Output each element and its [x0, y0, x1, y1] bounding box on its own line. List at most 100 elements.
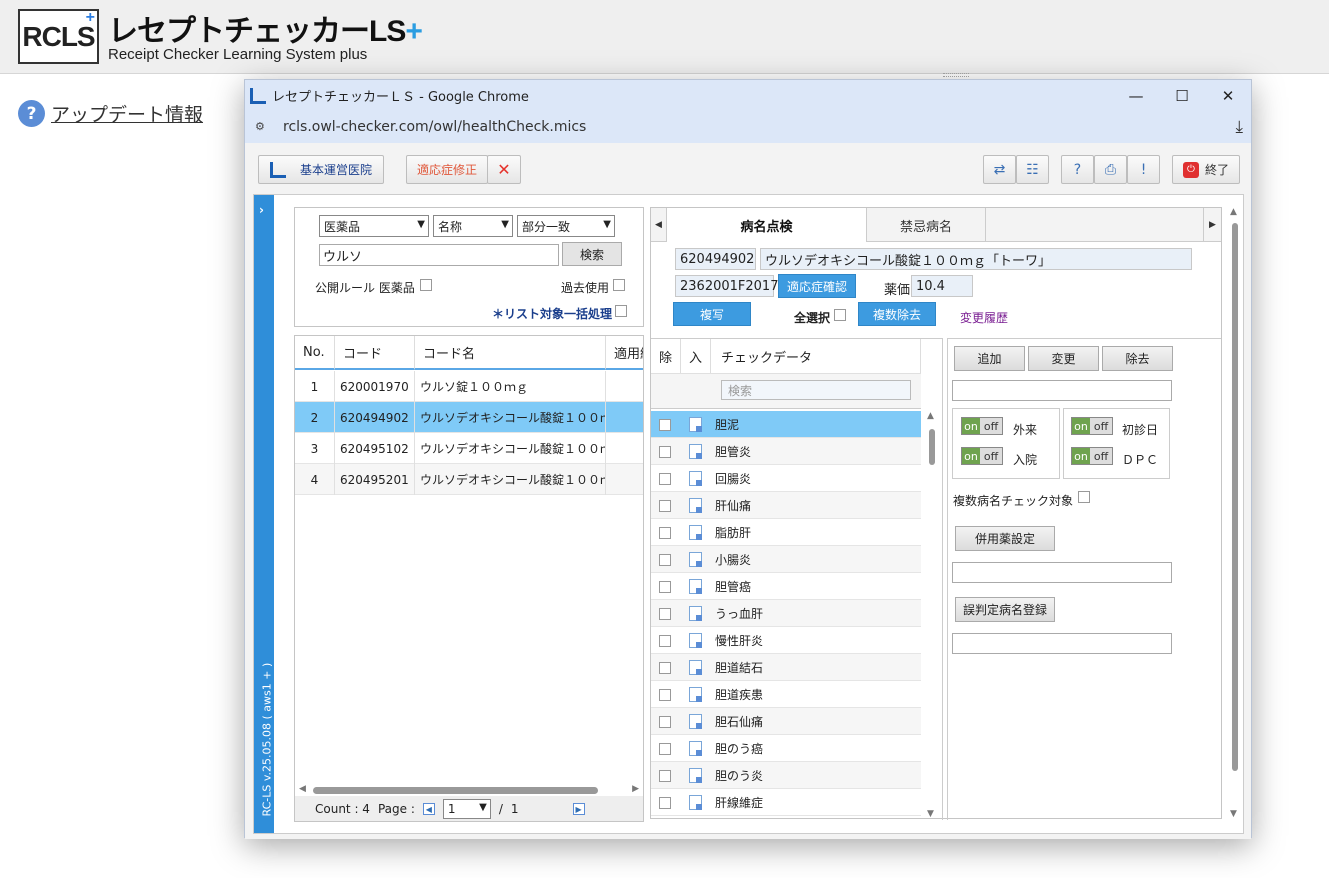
check-search-input[interactable]: 検索 [721, 380, 911, 400]
col-code[interactable]: コード [335, 336, 415, 370]
check-row[interactable]: 胆道疾患 [651, 681, 921, 708]
close-window-button[interactable]: ✕ [1205, 80, 1251, 111]
dpc-toggle[interactable]: on off [1071, 447, 1113, 465]
check-row[interactable]: 回腸炎 [651, 465, 921, 492]
update-info-link[interactable]: アップデート情報 [51, 100, 203, 127]
col-name[interactable]: コード名 [415, 336, 606, 370]
help-question-icon[interactable]: ? [1061, 155, 1094, 184]
table-row[interactable]: 2 620494902 ウルソデオキシコール酸錠１００ｍｇ [295, 402, 643, 433]
field-select[interactable]: 名称 ▼ [433, 215, 513, 237]
site-info-icon[interactable]: ⚙ [255, 120, 271, 134]
hospital-button[interactable]: 基本運営医院 [258, 155, 384, 184]
document-icon[interactable] [689, 552, 702, 567]
multi-check-checkbox[interactable] [1078, 491, 1090, 503]
bulk-checkbox[interactable] [615, 305, 627, 317]
row-remove-checkbox[interactable] [659, 769, 671, 782]
row-remove-checkbox[interactable] [659, 688, 671, 701]
scroll-thumb[interactable] [313, 787, 598, 794]
check-row[interactable]: 胆のう炎 [651, 762, 921, 789]
misjudge-button[interactable]: 誤判定病名登録 [955, 597, 1055, 622]
combo-setting-button[interactable]: 併用薬設定 [955, 526, 1055, 551]
scroll-up-icon[interactable]: ▲ [927, 411, 934, 421]
check-row[interactable]: 胆石仙痛 [651, 708, 921, 735]
row-remove-checkbox[interactable] [659, 661, 671, 674]
option-input-1[interactable] [952, 380, 1172, 401]
chevron-right-icon[interactable]: › [259, 203, 264, 217]
match-select[interactable]: 部分一致 ▼ [517, 215, 615, 237]
check-row[interactable]: 胆道結石 [651, 654, 921, 681]
add-button[interactable]: 追加 [954, 346, 1025, 371]
document-icon[interactable] [689, 660, 702, 675]
search-input[interactable]: ウルソ [319, 244, 559, 266]
check-row[interactable]: 肝線維症 [651, 789, 921, 816]
document-icon[interactable] [689, 498, 702, 513]
document-icon[interactable] [689, 444, 702, 459]
search-button[interactable]: 検索 [562, 242, 622, 266]
prev-page-icon[interactable]: ◀ [422, 803, 435, 815]
cancel-icon[interactable]: ✕ [487, 155, 521, 184]
scroll-thumb[interactable] [929, 429, 935, 465]
row-remove-checkbox[interactable] [659, 499, 671, 512]
col-end[interactable]: 適用終 [606, 336, 643, 370]
scroll-right-icon[interactable]: ▶ [632, 784, 639, 794]
document-icon[interactable] [689, 525, 702, 540]
page-select[interactable]: 1 ▼ [442, 799, 491, 819]
type-select[interactable]: 医薬品 ▼ [319, 215, 429, 237]
tab-disease-check[interactable]: 病名点検 [667, 208, 867, 242]
copy-button[interactable]: 複写 [673, 302, 751, 326]
row-remove-checkbox[interactable] [659, 580, 671, 593]
tab-contraindication[interactable]: 禁忌病名 [867, 208, 986, 242]
check-row[interactable]: 慢性肝炎 [651, 627, 921, 654]
update-info[interactable]: ? アップデート情報 [18, 100, 203, 127]
tab-scroll-right-icon[interactable]: ▶ [1203, 208, 1221, 242]
option-input-3[interactable] [952, 633, 1172, 654]
maximize-button[interactable]: ☐ [1159, 80, 1205, 111]
gairai-toggle[interactable]: on off [961, 417, 1003, 435]
change-button[interactable]: 変更 [1028, 346, 1099, 371]
document-icon[interactable] [689, 714, 702, 729]
document-icon[interactable] [689, 741, 702, 756]
scroll-down-icon[interactable]: ▼ [927, 809, 934, 819]
check-row[interactable]: 肝仙痛 [651, 492, 921, 519]
table-row[interactable]: 1 620001970 ウルソ錠１００ｍｇ [295, 371, 643, 402]
public-rule-checkbox[interactable] [420, 279, 432, 291]
document-icon[interactable] [689, 579, 702, 594]
past-use-checkbox[interactable] [613, 279, 625, 291]
document-icon[interactable] [689, 768, 702, 783]
main-vertical-scrollbar[interactable]: ▲ ▼ [1229, 207, 1241, 819]
url-text[interactable]: rcls.owl-checker.com/owl/healthCheck.mic… [283, 119, 586, 135]
option-input-2[interactable] [952, 562, 1172, 583]
print-icon[interactable]: ⎙ [1094, 155, 1127, 184]
document-icon[interactable] [689, 417, 702, 432]
row-remove-checkbox[interactable] [659, 445, 671, 458]
minimize-button[interactable]: — [1113, 80, 1159, 111]
list-settings-icon[interactable]: ☷ [1016, 155, 1049, 184]
history-link[interactable]: 変更履歴 [960, 309, 1008, 326]
check-row[interactable]: 胆管炎 [651, 438, 921, 465]
document-icon[interactable] [689, 687, 702, 702]
end-button[interactable]: ⏻ 終了 [1172, 155, 1240, 184]
resize-grip[interactable] [943, 73, 969, 77]
row-remove-checkbox[interactable] [659, 526, 671, 539]
row-remove-checkbox[interactable] [659, 607, 671, 620]
document-icon[interactable] [689, 606, 702, 621]
nyuin-toggle[interactable]: on off [961, 447, 1003, 465]
table-row[interactable]: 4 620495201 ウルソデオキシコール酸錠１００ｍｇ [295, 464, 643, 495]
check-vertical-scrollbar[interactable]: ▲ ▼ [926, 411, 938, 819]
scroll-down-icon[interactable]: ▼ [1230, 809, 1237, 819]
table-row[interactable]: 3 620495102 ウルソデオキシコール酸錠１００ｍｇ [295, 433, 643, 464]
remove-button[interactable]: 除去 [1102, 346, 1173, 371]
check-row[interactable]: うっ血肝 [651, 600, 921, 627]
document-icon[interactable] [689, 795, 702, 810]
row-remove-checkbox[interactable] [659, 742, 671, 755]
document-icon[interactable] [689, 471, 702, 486]
tekio-confirm-button[interactable]: 適応症確認 [778, 274, 856, 298]
scroll-thumb[interactable] [1232, 223, 1238, 771]
row-remove-checkbox[interactable] [659, 634, 671, 647]
select-all-checkbox[interactable] [834, 309, 846, 321]
window-titlebar[interactable]: レセプトチェッカーＬＳ - Google Chrome — ☐ ✕ [245, 80, 1251, 111]
shoshin-toggle[interactable]: on off [1071, 417, 1113, 435]
horizontal-scrollbar[interactable]: ◀ ▶ [295, 784, 643, 796]
scroll-left-icon[interactable]: ◀ [299, 784, 306, 794]
transfer-icon[interactable]: ⇄ [983, 155, 1016, 184]
